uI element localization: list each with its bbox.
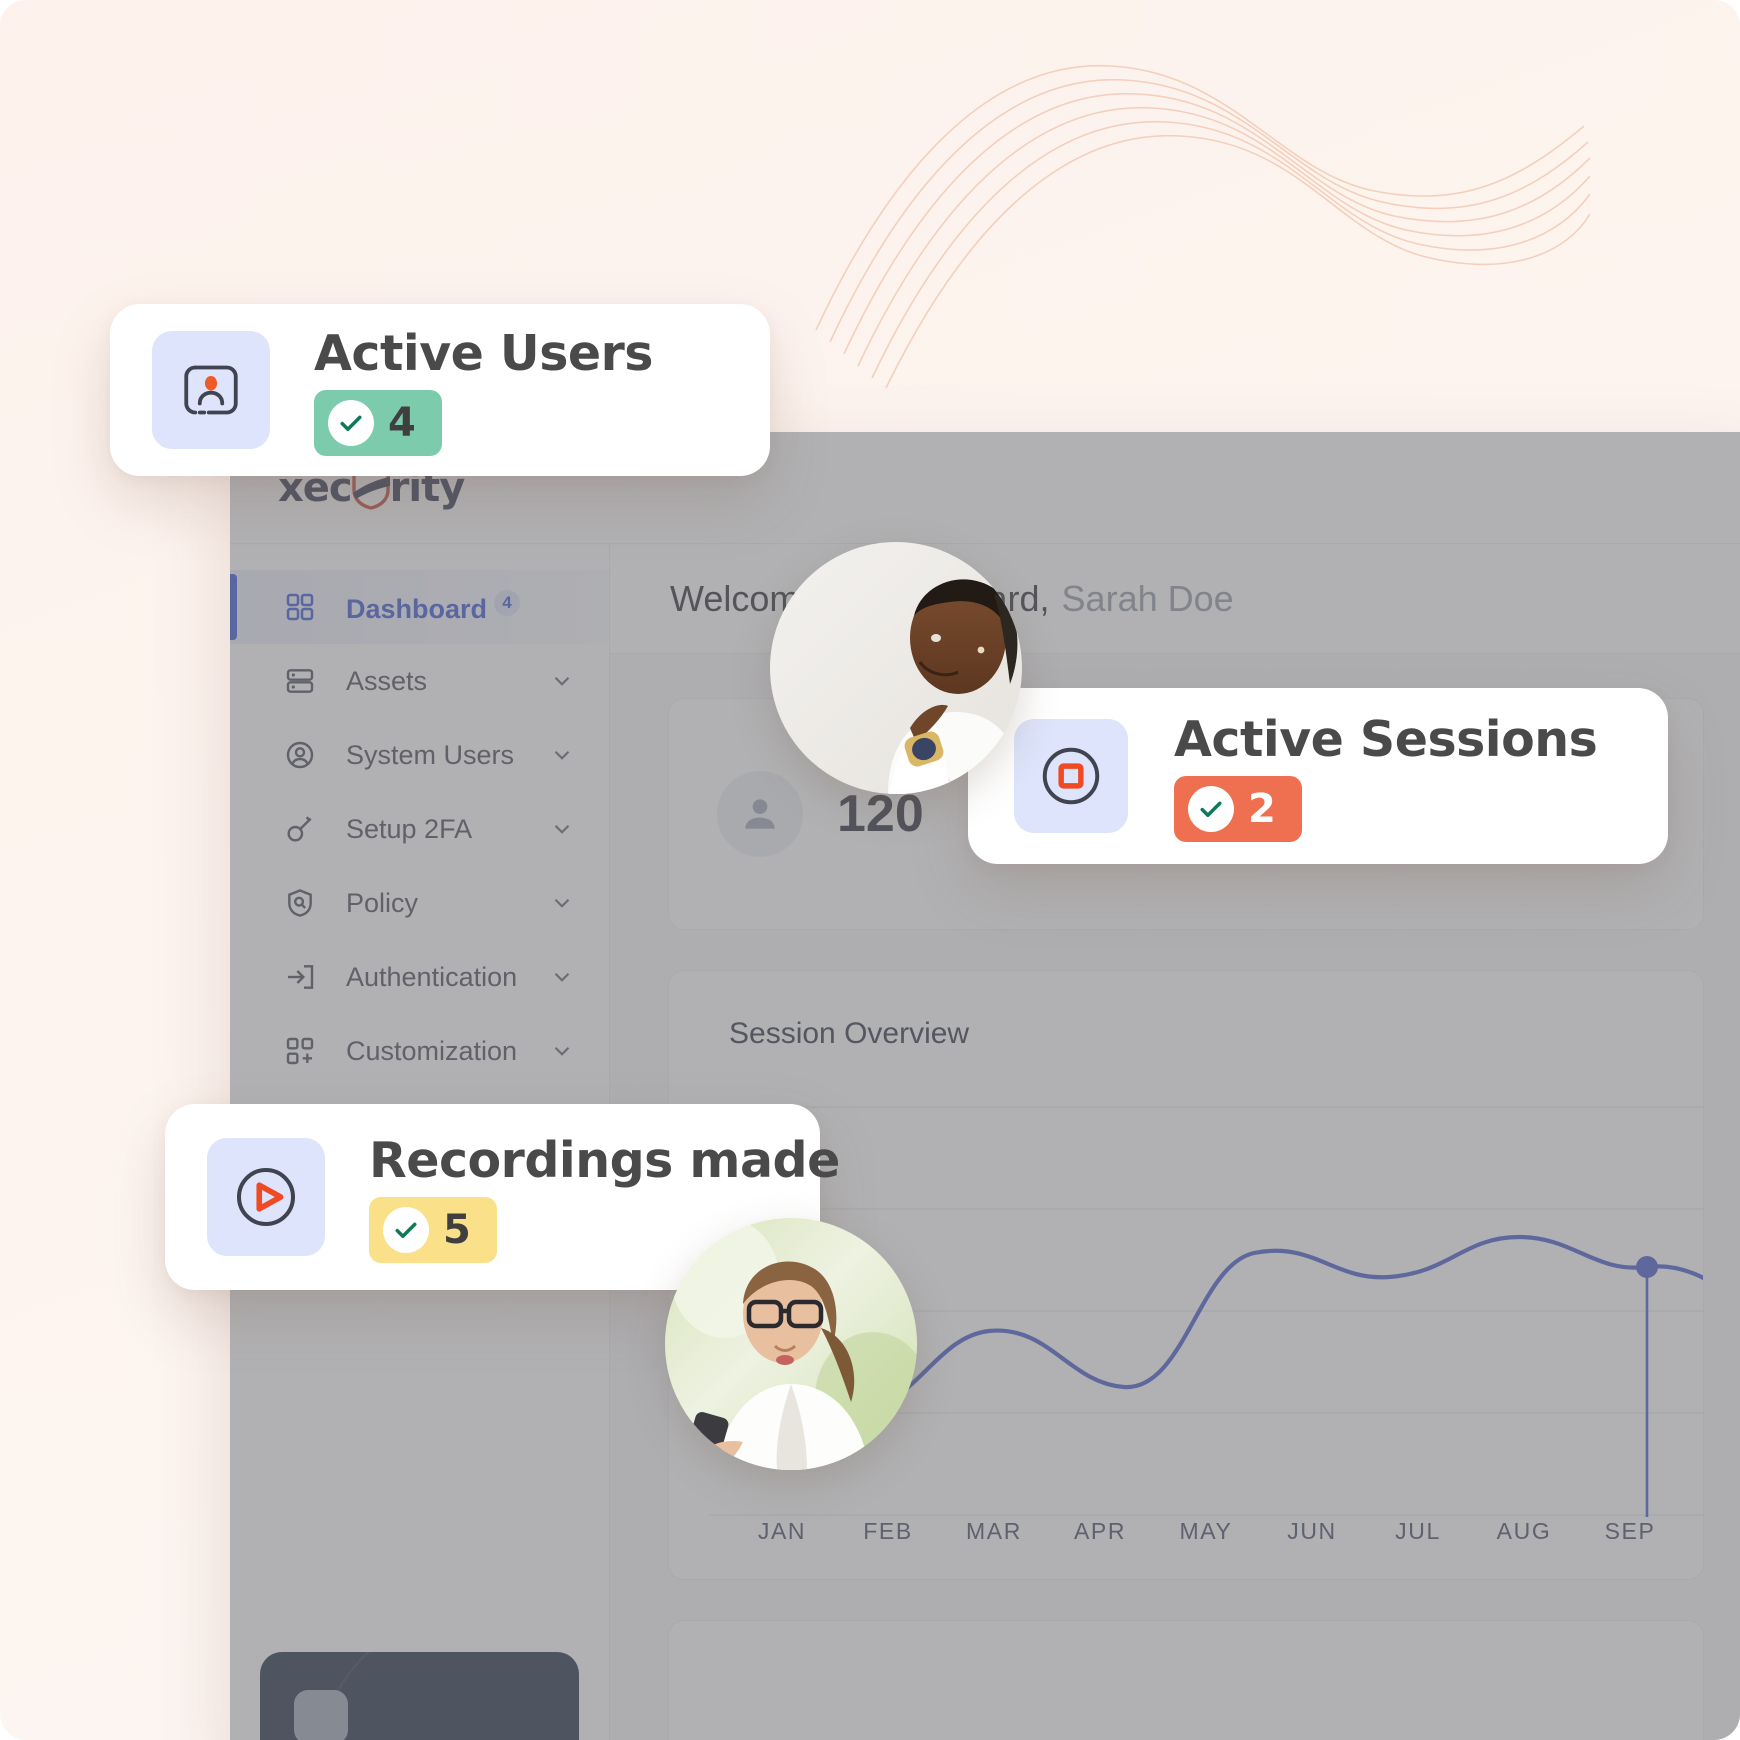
shield-search-icon (280, 883, 320, 923)
user-circle-icon (280, 735, 320, 775)
user-name: Sarah Doe (1061, 577, 1234, 619)
chevron-down-icon[interactable] (549, 816, 575, 842)
grid-plus-icon (280, 1031, 320, 1071)
chevron-down-icon[interactable] (549, 742, 575, 768)
promo-icon (294, 1690, 348, 1740)
x-tick: JUN (1287, 1518, 1337, 1544)
user-badge-icon (152, 331, 270, 449)
check-icon (328, 399, 374, 446)
key-icon (280, 809, 320, 849)
secondary-panel (668, 1620, 1704, 1740)
portrait-photo-man (770, 542, 1022, 794)
recordings-badge: 5 (369, 1196, 497, 1263)
recordings-count: 5 (443, 1206, 471, 1253)
active-sessions-title: Active Sessions (1174, 710, 1598, 768)
sidebar-item-authentication[interactable]: Authentication (230, 940, 609, 1014)
active-sessions-card[interactable]: Active Sessions 2 (968, 688, 1668, 864)
sidebar-badge-dashboard: 4 (494, 589, 521, 616)
check-icon (383, 1206, 429, 1253)
login-icon (280, 957, 320, 997)
active-sessions-count: 2 (1248, 785, 1276, 832)
decorative-waves (815, 64, 1590, 389)
chevron-down-icon[interactable] (549, 890, 575, 916)
active-sessions-badge: 2 (1174, 775, 1302, 842)
sidebar-item-system-users[interactable]: System Users (230, 718, 609, 792)
x-tick: SEP (1604, 1518, 1656, 1544)
chevron-down-icon[interactable] (549, 1038, 575, 1064)
sidebar-item-assets[interactable]: Assets (230, 644, 609, 718)
sidebar-item-customization[interactable]: Customization (230, 1014, 609, 1088)
user-stat-icon (717, 771, 803, 857)
x-tick: FEB (863, 1518, 913, 1544)
sidebar-item-dashboard[interactable]: Dashboard 4 (230, 570, 609, 644)
chart-x-axis-labels: JAN FEB MAR APR MAY JUN JUL AUG SEP (729, 1518, 1683, 1545)
chevron-down-icon[interactable] (549, 964, 575, 990)
page-canvas: xec rity Dashboard 4 Assets System Users… (0, 0, 1740, 1740)
chevron-down-icon[interactable] (549, 668, 575, 694)
x-tick: MAY (1179, 1518, 1233, 1544)
sidebar-item-label: Authentication (346, 961, 518, 992)
active-users-badge: 4 (314, 389, 442, 456)
x-tick: AUG (1496, 1518, 1552, 1544)
stop-record-icon (1014, 719, 1128, 833)
portrait-photo-woman (665, 1218, 917, 1470)
server-icon (280, 661, 320, 701)
sidebar-item-label: Dashboard 4 (346, 589, 575, 625)
sidebar-item-label: Setup 2FA (346, 813, 473, 844)
sidebar-promo-card[interactable] (260, 1652, 579, 1740)
x-tick: MAR (966, 1518, 1022, 1544)
active-users-title: Active Users (314, 324, 653, 382)
sidebar-item-setup-2fa[interactable]: Setup 2FA (230, 792, 609, 866)
x-tick: JAN (757, 1518, 807, 1544)
sidebar-item-policy[interactable]: Policy (230, 866, 609, 940)
check-icon (1188, 785, 1234, 832)
sidebar-item-label: Policy (346, 887, 419, 918)
grid-icon (280, 587, 320, 627)
chart-title: Session Overview (729, 1017, 970, 1050)
active-users-count: 4 (388, 399, 416, 446)
active-sessions-body: Active Sessions 2 (1174, 710, 1598, 842)
active-users-body: Active Users 4 (314, 325, 653, 456)
x-tick: APR (1073, 1518, 1127, 1544)
x-tick: JUL (1395, 1518, 1441, 1544)
sidebar-item-label: Customization (346, 1035, 518, 1066)
promo-swoosh-decor (319, 1652, 579, 1740)
recordings-title: Recordings made (369, 1131, 840, 1189)
play-circle-icon (207, 1138, 325, 1256)
active-users-card[interactable]: Active Users 4 (110, 304, 770, 476)
sidebar-item-label: Assets (346, 665, 428, 696)
sidebar-item-label: System Users (346, 739, 515, 770)
